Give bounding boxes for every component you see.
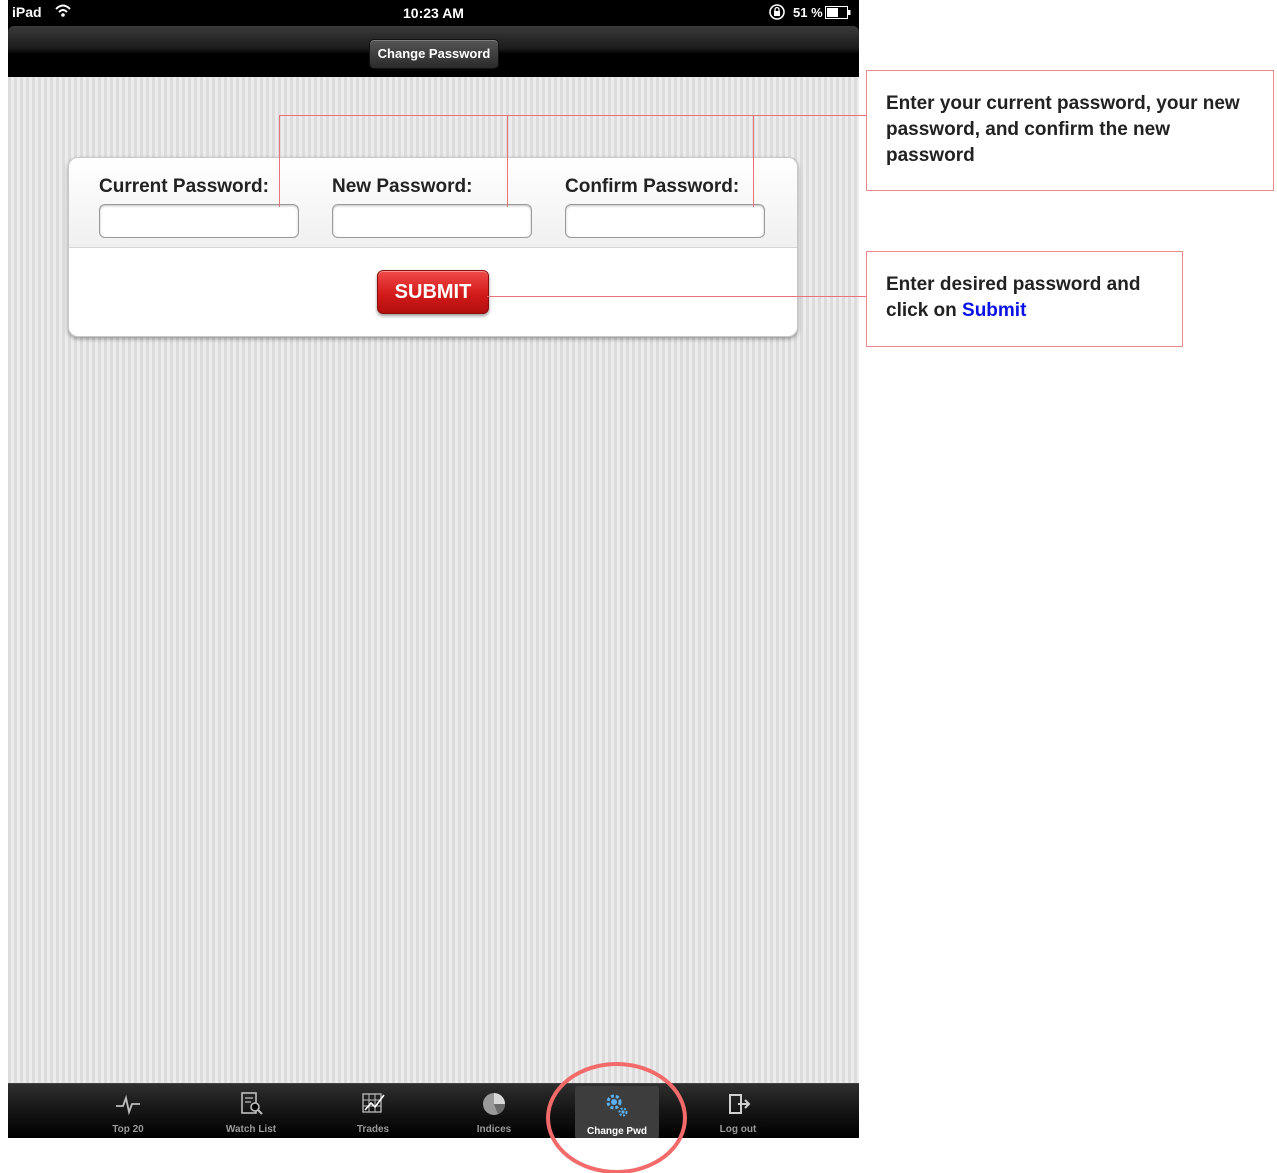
new-password-input[interactable] bbox=[332, 204, 532, 238]
status-time: 10:23 AM bbox=[403, 5, 464, 21]
callout-1-text: Enter your current password, your new pa… bbox=[886, 93, 1240, 166]
callout-enter-passwords: Enter your current password, your new pa… bbox=[866, 70, 1274, 191]
confirm-password-input[interactable] bbox=[565, 204, 765, 238]
document-search-icon bbox=[241, 1092, 263, 1115]
status-bar: iPad 10:23 AM 51 % bbox=[8, 0, 859, 26]
tab-watch-list[interactable]: Watch List bbox=[209, 1084, 293, 1138]
tab-top-20-label: Top 20 bbox=[112, 1124, 144, 1135]
password-fields-row: Current Password: New Password: Confirm … bbox=[69, 158, 797, 248]
chart-grid-icon bbox=[362, 1093, 385, 1113]
logout-icon bbox=[729, 1094, 751, 1114]
callout-1-connector-current bbox=[279, 115, 280, 207]
battery-percent: 51 % bbox=[793, 5, 823, 20]
callout-1-connector-horizontal bbox=[279, 115, 866, 116]
tab-trades-label: Trades bbox=[356, 1124, 390, 1135]
tab-top-20[interactable]: Top 20 bbox=[86, 1084, 170, 1138]
tab-trades[interactable]: Trades bbox=[331, 1084, 415, 1138]
battery-icon bbox=[825, 6, 851, 19]
confirm-password-group: Confirm Password: bbox=[565, 176, 770, 238]
ipad-screen: iPad 10:23 AM 51 % Change Password Curre… bbox=[8, 0, 859, 1138]
main-content: Current Password: New Password: Confirm … bbox=[8, 77, 859, 1083]
tab-indices-label: Indices bbox=[476, 1124, 512, 1135]
callout-2-highlight: Submit bbox=[962, 300, 1027, 321]
change-pwd-highlight-circle bbox=[546, 1062, 687, 1173]
orientation-lock-icon bbox=[769, 4, 785, 20]
current-password-group: Current Password: bbox=[99, 176, 304, 238]
pulse-icon bbox=[116, 1094, 140, 1116]
callout-1-connector-confirm bbox=[753, 115, 754, 207]
tab-indices[interactable]: Indices bbox=[452, 1084, 536, 1138]
change-password-form: Current Password: New Password: Confirm … bbox=[68, 157, 798, 337]
callout-submit: Enter desired password and click on Subm… bbox=[866, 251, 1183, 347]
tab-watch-list-label: Watch List bbox=[225, 1124, 277, 1135]
change-password-title-button[interactable]: Change Password bbox=[369, 39, 499, 69]
tab-log-out-label: Log out bbox=[719, 1124, 757, 1135]
current-password-input[interactable] bbox=[99, 204, 299, 238]
tab-bar: Top 20 Watch List Trades Indices Change … bbox=[8, 1083, 859, 1138]
current-password-label: Current Password: bbox=[99, 176, 269, 197]
callout-1-connector-new bbox=[507, 115, 508, 207]
callout-2-connector bbox=[487, 296, 866, 297]
pie-chart-icon bbox=[483, 1093, 506, 1115]
submit-button[interactable]: SUBMIT bbox=[377, 270, 489, 314]
callout-2-text: Enter desired password and click on Subm… bbox=[886, 272, 1166, 324]
navigation-bar: Change Password bbox=[8, 26, 859, 77]
tab-log-out[interactable]: Log out bbox=[696, 1084, 780, 1138]
confirm-password-label: Confirm Password: bbox=[565, 176, 740, 197]
